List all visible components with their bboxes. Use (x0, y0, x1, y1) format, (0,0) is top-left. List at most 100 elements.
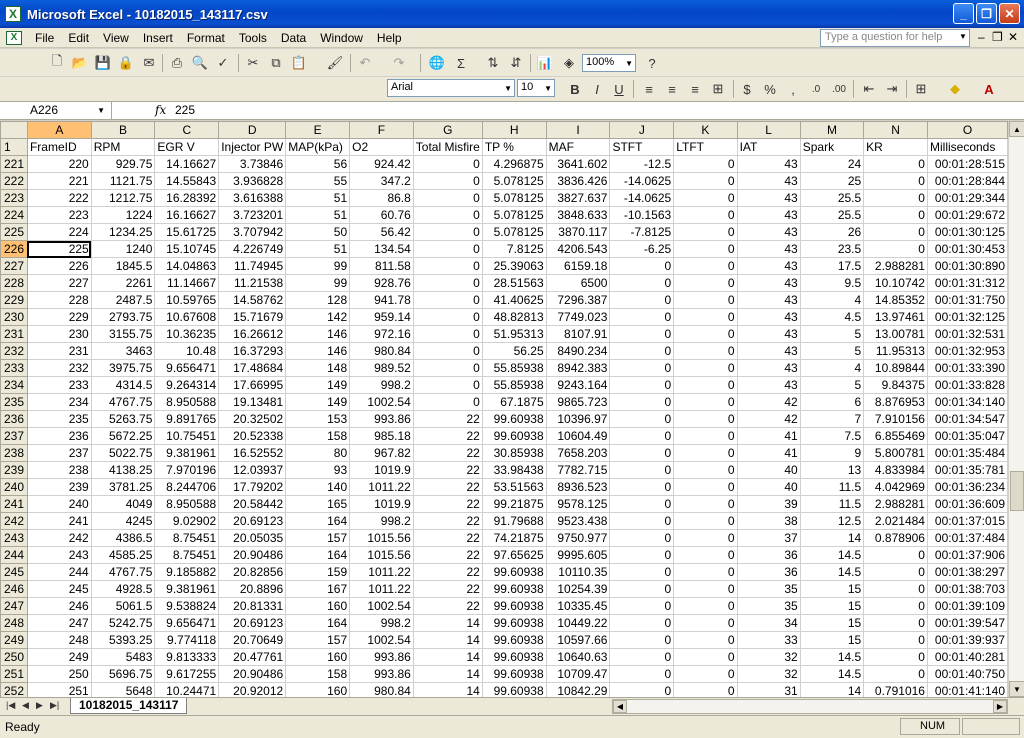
column-header-o[interactable]: O (926, 121, 1008, 139)
cell[interactable]: 8.950588 (154, 495, 220, 513)
cell[interactable]: 7.8125 (481, 240, 547, 258)
align-left-icon[interactable]: ≡ (640, 80, 658, 98)
comma-icon[interactable]: , (784, 80, 802, 98)
cell[interactable]: 980.84 (349, 682, 414, 697)
cell[interactable]: 238 (26, 461, 92, 479)
cell[interactable]: 7296.387 (545, 291, 611, 309)
cell[interactable]: 3641.602 (545, 155, 611, 173)
cell[interactable]: 4386.5 (90, 529, 156, 547)
cell[interactable]: 0 (412, 155, 483, 173)
cell[interactable]: 149 (285, 376, 351, 394)
cell[interactable]: 164 (285, 546, 351, 564)
cell[interactable]: 1212.75 (90, 189, 156, 207)
cell[interactable]: 16.26612 (218, 325, 287, 343)
cell[interactable]: 9.774118 (154, 631, 220, 649)
cell[interactable]: MAF (545, 138, 611, 156)
cut-icon[interactable]: ✂ (244, 54, 262, 72)
scroll-up-icon[interactable]: ▲ (1009, 121, 1024, 137)
cell[interactable]: 167 (285, 580, 351, 598)
cell[interactable]: 0 (863, 155, 928, 173)
cell[interactable]: 38 (736, 512, 801, 530)
format-painter-icon[interactable]: 🖌 (326, 54, 344, 72)
cell[interactable]: 0 (673, 223, 738, 241)
cell[interactable]: 0 (673, 410, 738, 428)
cell[interactable]: 00:01:37:906 (926, 546, 1008, 564)
cell[interactable]: 2.988281 (863, 257, 928, 275)
cell[interactable]: 9.656471 (154, 614, 220, 632)
cell[interactable]: 55.85938 (481, 359, 547, 377)
name-box[interactable]: A226 ▼ (0, 102, 112, 119)
cell[interactable]: 0 (609, 274, 675, 292)
cell[interactable]: 160 (285, 682, 351, 697)
cell[interactable]: 8.75451 (154, 529, 220, 547)
cell[interactable]: Spark (799, 138, 865, 156)
drawing-icon[interactable]: ◈ (560, 54, 578, 72)
cell[interactable]: 20.92012 (218, 682, 287, 697)
currency-icon[interactable]: $ (738, 80, 756, 98)
cell[interactable]: 980.84 (349, 342, 414, 360)
cell[interactable]: 14.5 (799, 546, 865, 564)
cell[interactable]: 0 (609, 495, 675, 513)
cell[interactable]: 4767.75 (90, 393, 156, 411)
cell[interactable]: 14 (412, 614, 483, 632)
cell[interactable]: 3827.637 (545, 189, 611, 207)
cell[interactable]: 10.89844 (863, 359, 928, 377)
cell[interactable]: 0 (609, 597, 675, 615)
cell[interactable]: 00:01:32:531 (926, 325, 1008, 343)
cell[interactable]: 959.14 (349, 308, 414, 326)
row-header[interactable]: 221 (0, 155, 28, 173)
cell[interactable]: 157 (285, 631, 351, 649)
cell[interactable]: 3155.75 (90, 325, 156, 343)
cell[interactable]: 19.13481 (218, 393, 287, 411)
cell[interactable]: 0 (673, 665, 738, 683)
cell[interactable]: 14.85352 (863, 291, 928, 309)
workbook-minimize-icon[interactable]: – (978, 30, 985, 44)
cell[interactable]: 7.970196 (154, 461, 220, 479)
cell[interactable]: 0 (863, 189, 928, 207)
row-header[interactable]: 247 (0, 597, 28, 615)
cell[interactable]: 14.16627 (154, 155, 220, 173)
cell[interactable]: 25.39063 (481, 257, 547, 275)
cell[interactable]: 0 (673, 342, 738, 360)
row-header[interactable]: 225 (0, 223, 28, 241)
cell[interactable]: 0 (673, 376, 738, 394)
cell[interactable]: 240 (26, 495, 92, 513)
cell[interactable]: 55.85938 (481, 376, 547, 394)
scroll-down-icon[interactable]: ▼ (1009, 681, 1024, 697)
cell[interactable]: EGR V (154, 138, 220, 156)
cell[interactable]: 0 (863, 580, 928, 598)
cell[interactable]: 9.891765 (154, 410, 220, 428)
cell[interactable]: 158 (285, 427, 351, 445)
cell[interactable]: 2.988281 (863, 495, 928, 513)
cell[interactable]: 5.078125 (481, 206, 547, 224)
cell[interactable]: 12.03937 (218, 461, 287, 479)
row-header[interactable]: 229 (0, 291, 28, 309)
cell[interactable]: 53.51563 (481, 478, 547, 496)
cell[interactable]: 35 (736, 580, 801, 598)
cell[interactable]: 10110.35 (545, 563, 611, 581)
cell[interactable]: 8.876953 (863, 393, 928, 411)
cell[interactable]: 22 (412, 580, 483, 598)
cell[interactable]: -6.25 (609, 240, 675, 258)
cell[interactable]: 43 (736, 223, 801, 241)
cell[interactable]: 50 (285, 223, 351, 241)
cell[interactable]: FrameID (26, 138, 92, 156)
cell[interactable]: 0 (609, 614, 675, 632)
cell[interactable]: 9 (799, 444, 865, 462)
cell[interactable]: 10.10742 (863, 274, 928, 292)
cell[interactable]: 0 (412, 189, 483, 207)
undo-icon[interactable]: ↶ (356, 54, 374, 72)
cell[interactable]: 1019.9 (349, 461, 414, 479)
cell[interactable]: 5.078125 (481, 172, 547, 190)
cell[interactable]: 8490.234 (545, 342, 611, 360)
increase-indent-icon[interactable]: ⇥ (883, 80, 901, 98)
cell[interactable]: 20.58442 (218, 495, 287, 513)
cell[interactable]: 00:01:36:609 (926, 495, 1008, 513)
cell[interactable]: 00:01:30:453 (926, 240, 1008, 258)
cell[interactable]: 43 (736, 240, 801, 258)
cell[interactable]: 0 (609, 257, 675, 275)
cell[interactable]: 55 (285, 172, 351, 190)
cell[interactable]: 0 (609, 648, 675, 666)
menu-insert[interactable]: Insert (136, 31, 180, 45)
cell[interactable]: 0 (609, 325, 675, 343)
